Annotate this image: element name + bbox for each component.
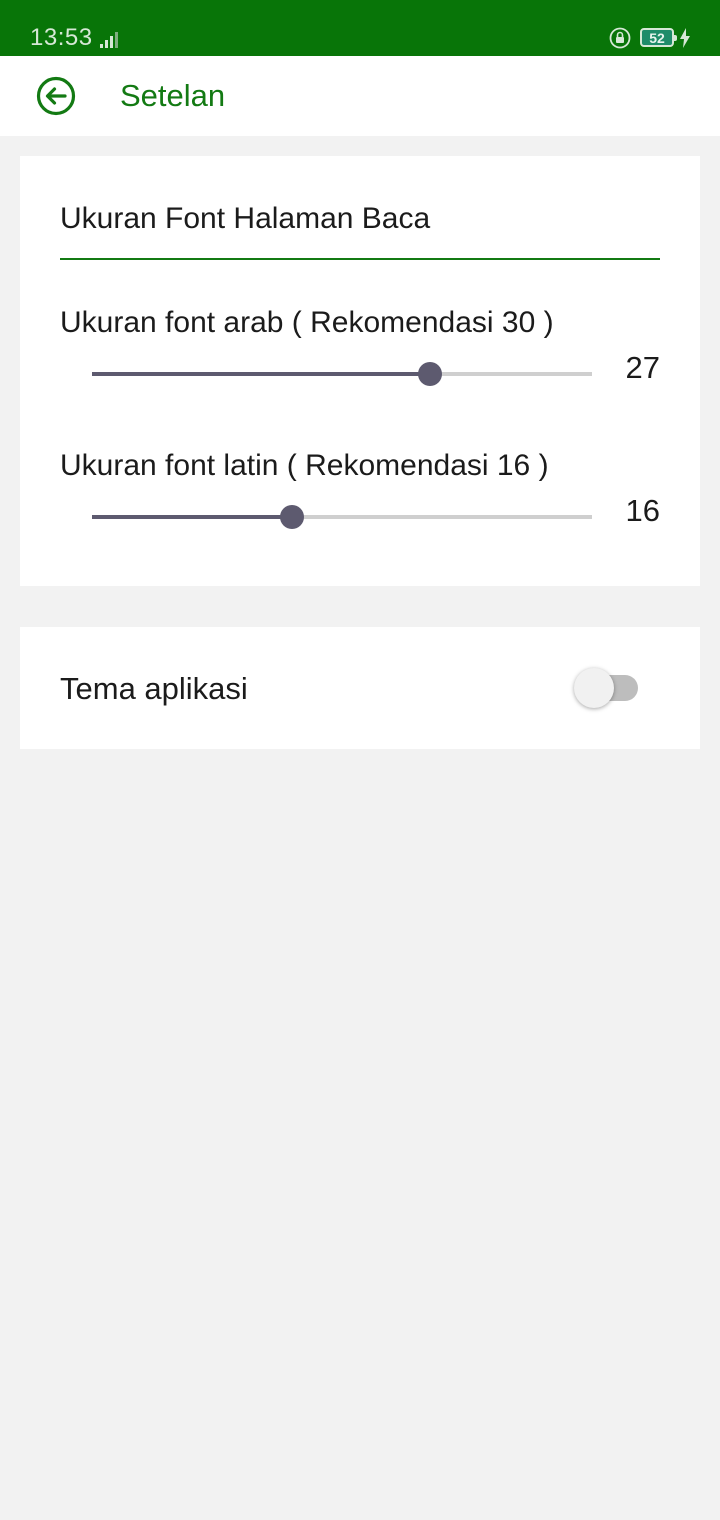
arabic-font-label: Ukuran font arab ( Rekomendasi 30 ) xyxy=(60,306,554,339)
arabic-font-slider[interactable] xyxy=(92,360,592,388)
app-bar: Setelan xyxy=(0,56,720,136)
latin-font-slider[interactable] xyxy=(92,503,592,531)
section-divider xyxy=(60,258,660,260)
status-time: 13:53 xyxy=(30,24,93,51)
slider-fill xyxy=(92,515,292,519)
slider-thumb[interactable] xyxy=(280,505,304,529)
page-title: Setelan xyxy=(120,78,226,113)
charging-bolt-icon xyxy=(680,28,690,48)
slider-thumb[interactable] xyxy=(418,362,442,386)
rotation-lock-icon xyxy=(609,27,631,49)
battery-icon: 52 xyxy=(640,28,677,47)
font-size-card: Ukuran Font Halaman Baca Ukuran font ara… xyxy=(20,156,700,586)
status-bar: 13:53 52 xyxy=(0,0,720,56)
back-arrow-circle-icon xyxy=(36,76,76,116)
battery-level: 52 xyxy=(649,29,665,46)
arabic-font-value: 27 xyxy=(625,350,660,385)
signal-icon xyxy=(100,32,118,48)
theme-label: Tema aplikasi xyxy=(60,671,248,706)
back-button[interactable] xyxy=(34,75,78,119)
slider-fill xyxy=(92,372,430,376)
latin-font-label: Ukuran font latin ( Rekomendasi 16 ) xyxy=(60,449,549,482)
font-size-section-title: Ukuran Font Halaman Baca xyxy=(60,202,431,235)
toggle-knob xyxy=(574,668,614,708)
theme-toggle[interactable] xyxy=(572,666,644,710)
latin-font-value: 16 xyxy=(625,493,660,528)
theme-card: Tema aplikasi xyxy=(20,627,700,749)
